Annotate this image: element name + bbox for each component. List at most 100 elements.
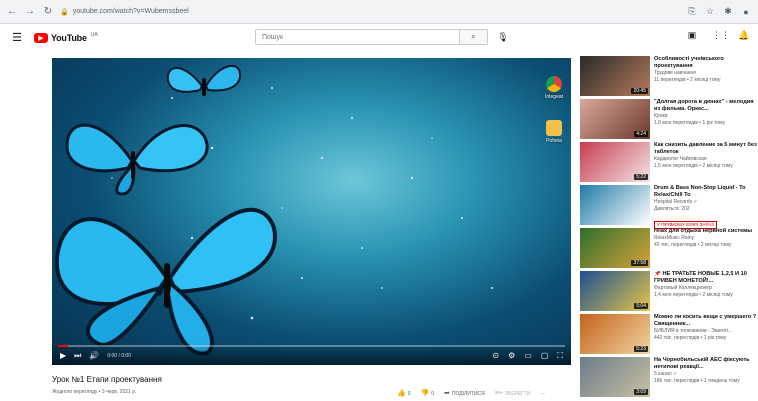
recommendation-item[interactable]: Drum & Bass Non-Stop Liquid - To Relax/C…	[580, 185, 758, 229]
recommendation-title[interactable]: Drum & Bass Non-Stop Liquid - To Relax/C…	[654, 185, 758, 199]
header-actions: ▣ ⋮⋮ 🔔	[686, 30, 750, 42]
volume-icon[interactable]: 🔊	[89, 351, 99, 361]
video-player[interactable]: Integeat Poforia ▶ ⏭ 🔊 0:00 / 0:00 ⊙ ⚙ ▭…	[52, 58, 571, 365]
video-thumbnail[interactable]: 5:23	[580, 314, 650, 354]
recommendation-item[interactable]: 4:24 "Долгая дорога в дюнах" - мелодия из…	[580, 99, 758, 143]
video-thumbnail[interactable]: 5:04	[580, 271, 650, 311]
recommendation-title[interactable]: Можно ли косить вещи с умершего ? Священ…	[654, 314, 758, 328]
video-thumbnail[interactable]: 4:24	[580, 99, 650, 139]
extensions-icon[interactable]: ✱	[722, 6, 734, 18]
save-label: ЗБЕРЕГТИ	[504, 390, 531, 397]
star-icon[interactable]: ☆	[704, 6, 716, 18]
share-button[interactable]: ➦ ПОДІЛИТИСЯ	[444, 389, 485, 397]
theater-mode-icon[interactable]: ▢	[541, 351, 549, 361]
recommendation-channel[interactable]: 5 канал ✓	[654, 371, 758, 378]
logo-country: UA	[90, 32, 98, 38]
desktop-shortcut-label: Poforia	[546, 138, 562, 144]
search-input[interactable]	[256, 30, 459, 44]
recommendation-item[interactable]: 37:58 relax для отдыха нервной системы Rel…	[580, 228, 758, 272]
recommendation-stats: 1,4 млн переглядів • 2 місяці тому	[654, 292, 733, 298]
video-thumbnail[interactable]: 5:22	[580, 142, 650, 182]
duration-badge: 4:24	[634, 131, 648, 137]
miniplayer-icon[interactable]: ▭	[524, 351, 532, 361]
recommendation-info: Drum & Bass Non-Stop Liquid - To Relax/C…	[654, 185, 758, 231]
save-button[interactable]: ≡+ ЗБЕРЕГТИ	[495, 390, 531, 397]
recommendation-channel[interactable]: Кроки	[654, 113, 758, 120]
chrome-app-icon	[546, 76, 562, 92]
recommendation-title[interactable]: "Долгая дорога в дюнах" - мелодия из фил…	[654, 99, 758, 113]
reload-icon[interactable]: ↻	[42, 6, 54, 18]
duration-badge: 5:04	[634, 303, 648, 309]
recommendation-title[interactable]: Как снизить давление за 5 минут без табл…	[654, 142, 758, 156]
microphone-icon[interactable]: 🎙	[497, 32, 509, 44]
recommendation-channel[interactable]: Фартовый Коллекционер	[654, 285, 758, 292]
recommendation-stats: 40 тис. переглядів • 2 місяці тому	[654, 242, 732, 248]
recommendation-title[interactable]: relax для отдыха нервной системы	[654, 228, 758, 235]
fullscreen-icon[interactable]: ⛶	[557, 351, 563, 361]
thumbs-down-icon: 👎	[420, 390, 430, 397]
apps-grid-icon[interactable]: ⋮⋮	[712, 30, 730, 42]
menu-icon[interactable]: ☰	[10, 31, 24, 45]
back-icon[interactable]: ←	[6, 6, 18, 18]
recommendation-channel[interactable]: Кардиолог Чайковская	[654, 156, 758, 163]
folder-icon	[546, 120, 562, 136]
recommendation-item[interactable]: 5:04 📌 НЕ ТРАТЬТЕ НОВЫЕ 1,2,5 И 10 ГРИВЕН…	[580, 271, 758, 315]
next-icon[interactable]: ⏭	[74, 351, 81, 361]
duration-badge: 5:23	[634, 346, 648, 352]
recommendation-item[interactable]: 20:45 Особливості учнівського проектуванн…	[580, 56, 758, 100]
dislike-button[interactable]: 👎 0	[421, 389, 435, 397]
video-thumbnail[interactable]: 3:09	[580, 357, 650, 397]
duration-badge: 5:22	[634, 174, 648, 180]
progress-bar[interactable]	[58, 345, 565, 347]
recommendation-stats: Дивляться: 202	[654, 206, 690, 212]
translate-icon[interactable]: ⎘	[686, 6, 698, 18]
recommendation-channel[interactable]: RelaxMusic Rainy	[654, 235, 758, 242]
recommendation-channel[interactable]: БИБЛИЯ в толковании - Экзегет...	[654, 328, 758, 335]
like-button[interactable]: 👍 0	[397, 389, 411, 397]
notifications-icon[interactable]: 🔔	[738, 30, 750, 42]
create-video-icon[interactable]: ▣	[686, 30, 698, 42]
desktop-shortcut-poforia[interactable]: Poforia	[544, 120, 564, 144]
search-icon[interactable]: ⌕	[459, 30, 487, 44]
recommendation-stats: 11 переглядів • 2 місяці тому	[654, 77, 721, 83]
recommendation-stats: 1,8 млн переглядів • 1 рік тому	[654, 120, 726, 126]
profile-icon[interactable]: ●	[740, 6, 752, 18]
butterfly-large	[54, 208, 277, 356]
settings-icon[interactable]: ⚙	[508, 351, 515, 361]
recommendation-title[interactable]: На Чорнобильській АЕС фіксують нетипові …	[654, 357, 758, 371]
share-icon: ➦	[444, 390, 450, 397]
video-thumbnail[interactable]: 37:58	[580, 228, 650, 268]
desktop-shortcut-integeat[interactable]: Integeat	[544, 76, 564, 100]
recommendation-stats: 1,5 млн переглядів • 2 місяці тому	[654, 163, 733, 169]
recommendation-info: На Чорнобильській АЕС фіксують нетипові …	[654, 357, 758, 385]
forward-icon[interactable]: →	[24, 6, 36, 18]
progress-fill	[58, 345, 69, 347]
player-controls: ▶ ⏭ 🔊 0:00 / 0:00 ⊙ ⚙ ▭ ▢ ⛶	[52, 343, 571, 365]
recommendation-info: Можно ли косить вещи с умершего ? Священ…	[654, 314, 758, 342]
recommendation-channel[interactable]: Hospital Records ✓	[654, 199, 758, 206]
video-actions: 👍 0 👎 0 ➦ ПОДІЛИТИСЯ ≡+ ЗБЕРЕГТИ ...	[397, 389, 545, 398]
right-controls: ⊙ ⚙ ▭ ▢ ⛶	[492, 351, 563, 361]
share-label: ПОДІЛИТИСЯ	[451, 391, 485, 397]
recommendation-item[interactable]: 5:23 Можно ли косить вещи с умершего ? Св…	[580, 314, 758, 358]
video-thumbnail[interactable]	[580, 185, 650, 225]
logo-text: YouTube	[51, 32, 87, 43]
video-thumbnail[interactable]: 20:45	[580, 56, 650, 96]
youtube-logo[interactable]: ▶ YouTube UA	[34, 32, 98, 43]
play-logo-icon: ▶	[34, 32, 48, 43]
left-controls: ▶ ⏭ 🔊 0:00 / 0:00	[60, 351, 131, 361]
recommendation-item[interactable]: 5:22 Как снизить давление за 5 минут без …	[580, 142, 758, 186]
thumbs-up-icon: 👍	[397, 390, 406, 397]
recommendation-channel[interactable]: Трудове навчання	[654, 70, 758, 77]
address-bar[interactable]: 🔒 youtube.com/watch?v=Wubemssbeel	[60, 5, 680, 19]
recommendation-item[interactable]: 3:09 На Чорнобильській АЕС фіксують нетип…	[580, 357, 758, 401]
recommendation-title[interactable]: Особливості учнівського проектування	[654, 56, 758, 70]
recommendation-title[interactable]: 📌 НЕ ТРАТЬТЕ НОВЫЕ 1,2,5 И 10 ГРИВЕН МОН…	[654, 271, 758, 285]
video-meta: Жодного перегляду • 3 черв. 2021 р.	[52, 389, 137, 395]
play-icon[interactable]: ▶	[60, 351, 66, 361]
autoplay-toggle-icon[interactable]: ⊙	[492, 351, 499, 361]
time-display: 0:00 / 0:00	[107, 353, 131, 359]
recommendation-stats: 442 тис. переглядів • 1 рік тому	[654, 335, 727, 341]
search-box: ⌕	[255, 29, 488, 45]
more-actions-button[interactable]: ...	[541, 390, 545, 396]
